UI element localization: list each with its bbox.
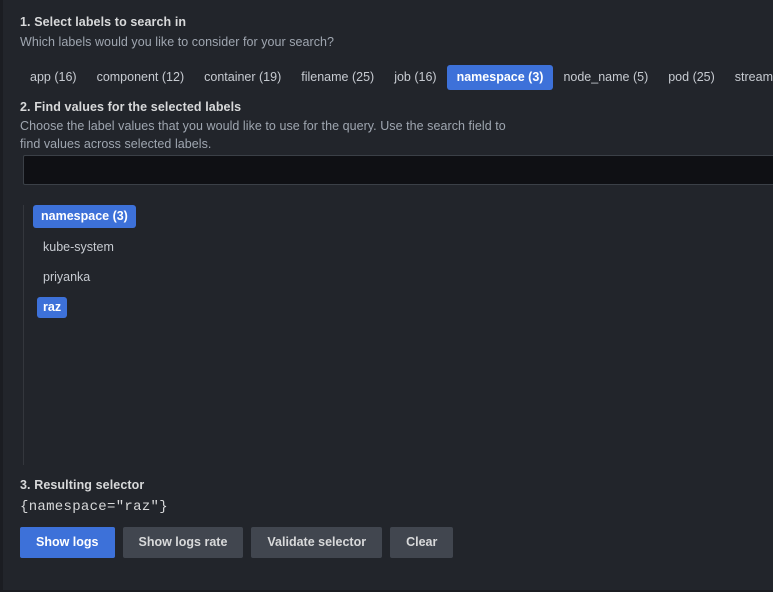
label-value-row: kube-system — [32, 237, 212, 267]
label-chip[interactable]: component (12) — [87, 65, 195, 90]
show-logs-button[interactable]: Show logs — [20, 527, 115, 558]
step2-title: 2. Find values for the selected labels — [20, 100, 242, 114]
label-chip[interactable]: app (16) — [20, 65, 87, 90]
label-chip[interactable]: container (19) — [194, 65, 291, 90]
label-chip[interactable]: namespace (3) — [446, 65, 554, 90]
label-value-column-header[interactable]: namespace (3) — [33, 205, 136, 228]
log-label-browser: 1. Select labels to search in Which labe… — [0, 0, 773, 592]
label-chip[interactable]: node_name (5) — [553, 65, 658, 90]
label-values-search-input[interactable] — [23, 155, 773, 185]
label-value-item[interactable]: priyanka — [37, 267, 96, 288]
label-value-list: kube-system priyanka raz — [32, 237, 212, 327]
step1-title: 1. Select labels to search in — [20, 15, 187, 29]
label-value-column: namespace (3) kube-system priyanka raz — [24, 205, 212, 327]
show-logs-rate-button[interactable]: Show logs rate — [122, 527, 244, 558]
step-select-labels: 1. Select labels to search in Which labe… — [20, 15, 773, 90]
label-chip[interactable]: job (16) — [384, 65, 446, 90]
label-chip[interactable]: filename (25) — [291, 65, 384, 90]
label-value-item[interactable]: raz — [37, 297, 68, 318]
step1-subtitle: Which labels would you like to consider … — [20, 35, 335, 49]
step2-subtitle: Choose the label values that you would l… — [20, 119, 506, 151]
step-find-values: 2. Find values for the selected labels C… — [20, 100, 773, 185]
label-chip[interactable]: stream (2) — [725, 65, 773, 90]
step3-title: 3. Resulting selector — [20, 478, 145, 492]
clear-button[interactable]: Clear — [390, 527, 454, 558]
label-value-item[interactable]: kube-system — [37, 237, 120, 258]
label-chip-row: app (16) component (12) container (19) file… — [20, 65, 773, 90]
step-resulting-selector: 3. Resulting selector {namespace="raz"} … — [20, 478, 773, 558]
label-value-row: raz — [32, 297, 212, 327]
validate-selector-button[interactable]: Validate selector — [251, 527, 383, 558]
resulting-selector-text: {namespace="raz"} — [20, 499, 168, 515]
label-chip[interactable]: pod (25) — [658, 65, 725, 90]
label-value-row: priyanka — [32, 267, 212, 297]
action-button-row: Show logs Show logs rate Validate selector… — [20, 527, 773, 558]
label-values-area: namespace (3) kube-system priyanka raz — [23, 205, 773, 465]
